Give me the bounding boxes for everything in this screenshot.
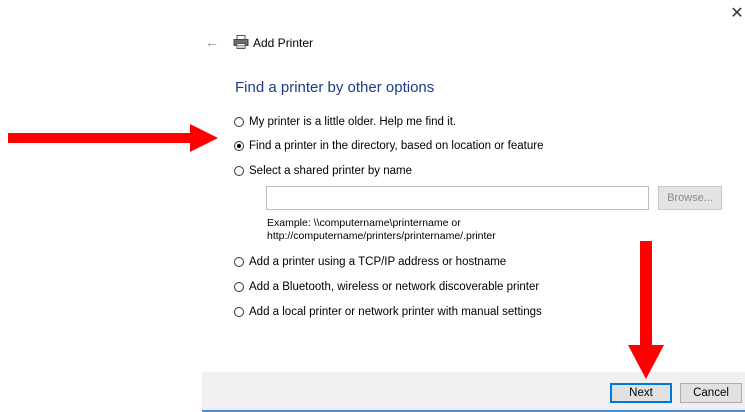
option-label: Add a local printer or network printer w… bbox=[249, 306, 542, 318]
printer-icon bbox=[233, 35, 249, 49]
option-tcpip[interactable]: Add a printer using a TCP/IP address or … bbox=[234, 256, 506, 268]
option-find-in-directory[interactable]: Find a printer in the directory, based o… bbox=[234, 140, 543, 152]
page-heading: Find a printer by other options bbox=[235, 79, 435, 96]
option-label: Add a Bluetooth, wireless or network dis… bbox=[249, 281, 540, 293]
browse-button[interactable]: Browse... bbox=[658, 186, 722, 210]
option-shared-printer-by-name[interactable]: Select a shared printer by name bbox=[234, 165, 412, 177]
example-text: Example: \\computername\printername or h… bbox=[267, 217, 496, 243]
option-label: My printer is a little older. Help me fi… bbox=[249, 116, 457, 128]
close-icon[interactable]: ✕ bbox=[730, 6, 744, 22]
radio-button[interactable] bbox=[234, 307, 244, 317]
option-label: Select a shared printer by name bbox=[249, 165, 413, 177]
wizard-title: Add Printer bbox=[253, 36, 314, 50]
example-line-2: http://computername/printers/printername… bbox=[267, 230, 496, 242]
option-bluetooth-wireless[interactable]: Add a Bluetooth, wireless or network dis… bbox=[234, 281, 539, 293]
next-button[interactable]: Next bbox=[610, 383, 672, 403]
radio-button-selected[interactable] bbox=[234, 141, 244, 151]
back-arrow-icon[interactable]: ← bbox=[205, 35, 219, 49]
cancel-button[interactable]: Cancel bbox=[680, 383, 742, 403]
option-local-manual[interactable]: Add a local printer or network printer w… bbox=[234, 306, 542, 318]
radio-button[interactable] bbox=[234, 166, 244, 176]
example-line-1: Example: \\computername\printername or bbox=[267, 217, 461, 229]
radio-button[interactable] bbox=[234, 282, 244, 292]
shared-printer-name-input[interactable] bbox=[266, 186, 649, 210]
option-label: Find a printer in the directory, based o… bbox=[249, 140, 544, 152]
option-label: Add a printer using a TCP/IP address or … bbox=[249, 256, 507, 268]
annotation-arrow-right bbox=[8, 124, 218, 152]
annotation-arrow-down bbox=[628, 241, 664, 379]
radio-button[interactable] bbox=[234, 257, 244, 267]
radio-button[interactable] bbox=[234, 117, 244, 127]
option-older-printer[interactable]: My printer is a little older. Help me fi… bbox=[234, 116, 456, 128]
